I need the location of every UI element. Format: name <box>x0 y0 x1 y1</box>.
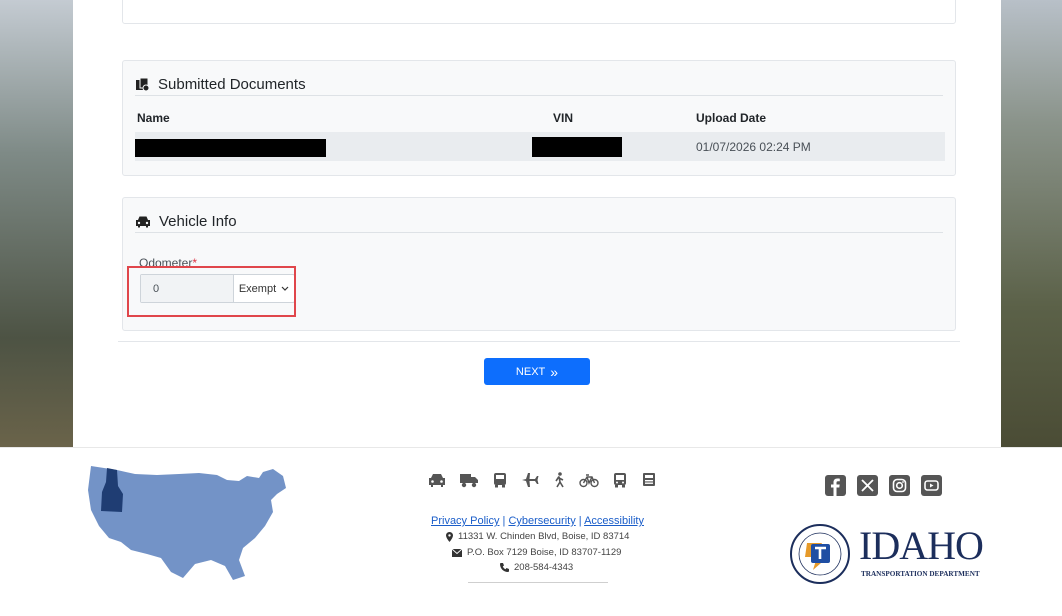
column-header-upload-date: Upload Date <box>696 111 767 125</box>
car-icon <box>136 216 150 227</box>
redacted-name <box>135 139 326 157</box>
card-header: Vehicle Info <box>135 210 943 233</box>
upload-date-cell: 01/07/2026 02:24 PM <box>696 140 811 154</box>
accessibility-link[interactable]: Accessibility <box>584 515 644 527</box>
next-button[interactable]: NEXT » <box>484 358 590 385</box>
logo-wordmark: IDAHO <box>859 523 984 568</box>
itd-seal-icon <box>790 524 850 584</box>
link-separator: | <box>578 515 582 527</box>
card-title: Submitted Documents <box>158 75 306 93</box>
rail-icon <box>643 473 655 486</box>
logo-subtitle: TRANSPORTATION DEPARTMENT <box>861 570 980 578</box>
footer-links: Privacy Policy | Cybersecurity | Accessi… <box>431 515 644 527</box>
truck-icon <box>460 474 478 488</box>
map-marker-icon <box>446 531 453 542</box>
column-header-vin: VIN <box>553 111 574 125</box>
car-icon <box>429 474 445 487</box>
pedestrian-icon <box>555 472 564 488</box>
po-box-address: P.O. Box 7129 Boise, ID 83707-1129 <box>452 547 621 558</box>
x-icon[interactable] <box>857 475 878 496</box>
transit-icon <box>614 473 626 488</box>
facebook-icon[interactable] <box>825 475 846 496</box>
card-title: Vehicle Info <box>159 212 237 230</box>
previous-card <box>122 0 956 24</box>
next-button-label: NEXT <box>515 365 546 378</box>
bus-icon <box>494 473 506 488</box>
card-header: Submitted Documents <box>135 73 943 96</box>
phone-icon <box>500 563 509 572</box>
instagram-icon[interactable] <box>889 475 910 496</box>
street-address: 11331 W. Chinden Blvd, Boise, ID 83714 <box>446 531 629 542</box>
us-map-image <box>88 466 286 580</box>
link-separator: | <box>502 515 506 527</box>
phone-number: 208-584-4343 <box>500 562 573 573</box>
double-chevron-right-icon: » <box>550 363 559 380</box>
youtube-icon[interactable] <box>921 475 942 496</box>
bicycle-icon <box>579 474 599 488</box>
envelope-icon <box>452 548 462 557</box>
privacy-policy-link[interactable]: Privacy Policy <box>431 515 499 527</box>
cybersecurity-link[interactable]: Cybersecurity <box>508 515 575 527</box>
footer: Privacy Policy | Cybersecurity | Accessi… <box>0 447 1062 616</box>
social-icons <box>825 475 942 496</box>
documents-icon <box>136 77 150 91</box>
redacted-vin <box>532 137 622 157</box>
submitted-documents-card: Submitted Documents Name VIN Upload Date… <box>122 60 956 176</box>
footer-divider <box>468 582 608 583</box>
highlight-box <box>127 266 296 317</box>
airplane-icon <box>522 473 539 487</box>
transport-modes-icons <box>428 472 657 488</box>
divider <box>118 341 960 342</box>
table-row: 01/07/2026 02:24 PM <box>135 132 945 161</box>
column-header-name: Name <box>137 111 170 125</box>
